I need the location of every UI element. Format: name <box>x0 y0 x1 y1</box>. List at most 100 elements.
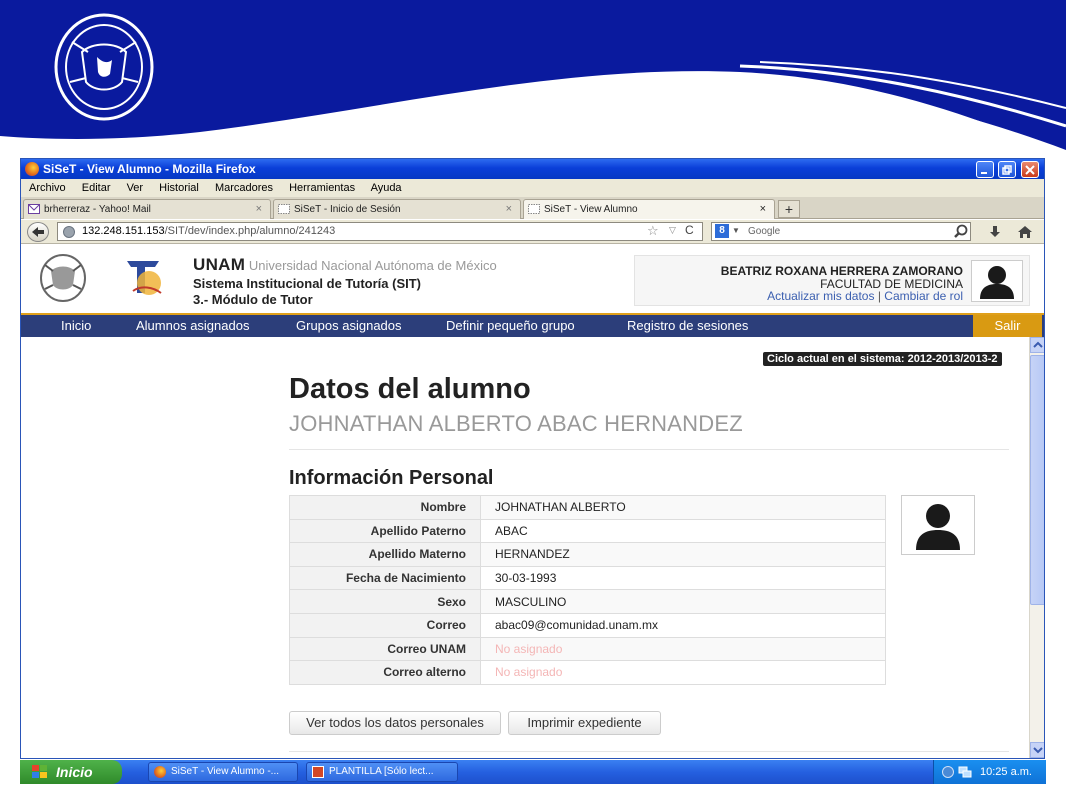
url-host: 132.248.151.153 <box>82 225 165 237</box>
table-row: Nombre JOHNATHAN ALBERTO <box>289 495 886 520</box>
avatar-icon <box>980 266 1014 299</box>
user-name: BEATRIZ ROXANA HERRERA ZAMORANO <box>720 264 963 278</box>
sit-logo <box>127 261 162 295</box>
field-value: 30-03-1993 <box>480 565 886 591</box>
field-value-missing: No asignado <box>480 660 886 685</box>
field-value: abac09@comunidad.unam.mx <box>480 612 886 638</box>
table-row: Fecha de Nacimiento 30-03-1993 <box>289 565 886 591</box>
menu-archivo[interactable]: Archivo <box>29 182 66 194</box>
page-title: Datos del alumno <box>289 373 531 405</box>
print-record-button[interactable]: Imprimir expediente <box>508 711 661 735</box>
nav-registro-sesiones[interactable]: Registro de sesiones <box>627 315 748 337</box>
tab-label: brherreraz - Yahoo! Mail <box>44 204 151 215</box>
firefox-icon <box>25 162 39 176</box>
field-label: Nombre <box>289 495 481 520</box>
table-row: Correo alterno No asignado <box>289 660 886 685</box>
mail-icon <box>28 204 40 214</box>
menu-bar: Archivo Editar Ver Historial Marcadores … <box>21 179 1044 197</box>
brand-line: UNAM Universidad Nacional Autónoma de Mé… <box>193 255 497 275</box>
browser-window: SiSeT - View Alumno - Mozilla Firefox Ar… <box>20 158 1045 759</box>
table-row: Correo abac09@comunidad.unam.mx <box>289 612 886 638</box>
change-role-link[interactable]: Cambiar de rol <box>884 289 963 303</box>
minimize-button[interactable] <box>976 161 994 178</box>
tab-label: SiSeT - View Alumno <box>544 204 638 215</box>
back-arrow-icon <box>32 227 44 237</box>
tab-inicio-sesion[interactable]: SiSeT - Inicio de Sesión × <box>273 199 521 219</box>
nav-inicio[interactable]: Inicio <box>61 315 91 337</box>
search-engine-dropdown-icon[interactable]: ▼ <box>732 226 740 235</box>
menu-historial[interactable]: Historial <box>159 182 199 194</box>
user-links: Actualizar mis datos | Cambiar de rol <box>767 289 963 303</box>
start-button[interactable]: Inicio <box>20 760 122 784</box>
system-tray: 10:25 a.m. <box>933 760 1046 784</box>
tab-close-icon[interactable]: × <box>760 200 766 219</box>
bookmark-star-icon[interactable]: ☆ <box>647 223 659 239</box>
reload-icon[interactable]: C <box>685 223 694 237</box>
globe-icon <box>63 226 75 238</box>
menu-ver[interactable]: Ver <box>127 182 144 194</box>
close-window-button[interactable] <box>1021 161 1039 178</box>
maximize-button[interactable] <box>998 161 1016 178</box>
field-label: Correo UNAM <box>289 636 481 662</box>
student-photo <box>901 495 975 555</box>
unam-crest-logo <box>54 13 154 121</box>
nav-definir-grupo[interactable]: Definir pequeño grupo <box>446 315 575 337</box>
screenshot-stage: SiSeT - View Alumno - Mozilla Firefox Ar… <box>0 0 1066 800</box>
search-icon[interactable] <box>953 224 969 240</box>
tab-close-icon[interactable]: × <box>256 200 262 219</box>
google-icon[interactable]: 8 <box>715 224 729 238</box>
address-bar[interactable]: 132.248.151.153/SIT/dev/index.php/alumno… <box>57 222 703 241</box>
vertical-scrollbar[interactable] <box>1029 337 1044 758</box>
user-avatar <box>971 260 1023 302</box>
table-row: Apellido Materno HERNANDEZ <box>289 542 886 567</box>
download-icon[interactable] <box>987 224 1003 240</box>
avatar-icon <box>916 504 960 550</box>
slide-banner <box>0 0 1066 160</box>
page-icon <box>278 204 290 214</box>
new-tab-button[interactable]: + <box>778 200 800 218</box>
brand-long: Universidad Nacional Autónoma de México <box>248 258 497 273</box>
module-name: 3.- Módulo de Tutor <box>193 292 313 307</box>
user-panel: BEATRIZ ROXANA HERRERA ZAMORANO FACULTAD… <box>634 255 1030 306</box>
taskbar-item-firefox[interactable]: SiSeT - View Alumno -... <box>148 762 298 782</box>
tab-view-alumno[interactable]: SiSeT - View Alumno × <box>523 199 775 219</box>
update-data-link[interactable]: Actualizar mis datos <box>767 289 874 303</box>
nav-alumnos-asignados[interactable]: Alumnos asignados <box>136 315 249 337</box>
scroll-down-button[interactable] <box>1030 742 1044 758</box>
nav-grupos-asignados[interactable]: Grupos asignados <box>296 315 402 337</box>
menu-herramientas[interactable]: Herramientas <box>289 182 355 194</box>
firefox-icon <box>154 766 166 778</box>
menu-editar[interactable]: Editar <box>82 182 111 194</box>
tab-close-icon[interactable]: × <box>506 200 512 219</box>
view-all-data-button[interactable]: Ver todos los datos personales <box>289 711 501 735</box>
logout-button[interactable]: Salir <box>973 315 1042 337</box>
field-label: Fecha de Nacimiento <box>289 565 481 591</box>
tab-yahoo-mail[interactable]: brherreraz - Yahoo! Mail × <box>23 199 271 219</box>
scroll-thumb[interactable] <box>1030 355 1044 605</box>
url-dropdown-icon[interactable]: ▽ <box>669 225 676 236</box>
menu-ayuda[interactable]: Ayuda <box>371 182 402 194</box>
network-icon[interactable] <box>958 766 972 778</box>
scroll-up-button[interactable] <box>1030 337 1044 353</box>
home-icon[interactable] <box>1017 224 1033 240</box>
window-titlebar: SiSeT - View Alumno - Mozilla Firefox <box>21 159 1044 179</box>
powerpoint-icon <box>312 766 324 778</box>
back-button[interactable] <box>27 222 49 242</box>
main-nav: Inicio Alumnos asignados Grupos asignado… <box>21 313 1044 337</box>
search-input[interactable]: Google <box>711 222 971 241</box>
tab-label: SiSeT - Inicio de Sesión <box>294 204 401 215</box>
site-header: UNAM Universidad Nacional Autónoma de Mé… <box>21 245 1030 313</box>
menu-marcadores[interactable]: Marcadores <box>215 182 273 194</box>
page-icon <box>528 204 540 214</box>
brand-short: UNAM <box>193 255 246 274</box>
chevron-up-icon <box>1033 341 1043 348</box>
tray-expand-icon[interactable] <box>942 766 954 778</box>
field-label: Sexo <box>289 589 481 614</box>
taskbar-item-powerpoint[interactable]: PLANTILLA [Sólo lect... <box>306 762 458 782</box>
table-row: Sexo MASCULINO <box>289 589 886 614</box>
table-row: Apellido Paterno ABAC <box>289 518 886 544</box>
navigation-bar: 132.248.151.153/SIT/dev/index.php/alumno… <box>21 220 1044 244</box>
chevron-down-icon <box>1033 747 1043 754</box>
tab-bar: brherreraz - Yahoo! Mail × SiSeT - Inici… <box>21 197 1044 219</box>
window-title: SiSeT - View Alumno - Mozilla Firefox <box>43 162 256 176</box>
